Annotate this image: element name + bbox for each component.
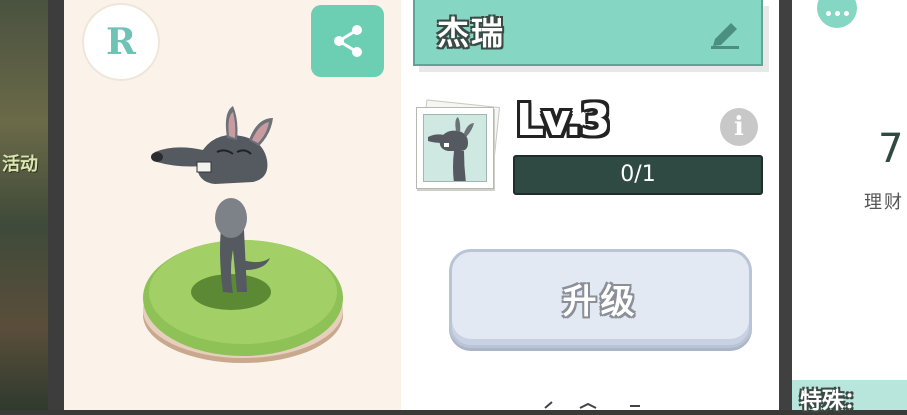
level-label: Lv.3 <box>516 95 610 146</box>
special-label: 特殊： <box>800 389 867 414</box>
character-name: 杰瑞 <box>437 14 506 52</box>
rarity-badge: R <box>82 3 160 81</box>
character-figure <box>143 106 343 363</box>
card-frame-right <box>779 0 792 410</box>
info-icon[interactable]: i <box>720 108 758 146</box>
portrait-character-icon <box>428 117 474 181</box>
rarity-label: R <box>106 21 136 63</box>
share-button[interactable] <box>311 5 384 77</box>
share-icon <box>333 25 362 57</box>
progress-text: 0/1 <box>620 162 656 187</box>
portrait-image <box>423 114 487 182</box>
background-scene-left <box>0 0 48 410</box>
character-portrait[interactable] <box>414 99 504 195</box>
pencil-icon[interactable] <box>707 15 743 51</box>
background-side-text: 活动 <box>2 154 38 175</box>
name-banner: 杰瑞 <box>413 0 763 66</box>
upgrade-button[interactable]: 升级 <box>449 249 752 348</box>
level-progress-bar: 0/1 <box>513 155 763 195</box>
portrait-frame <box>416 107 494 189</box>
adjacent-stat-value: 7 <box>878 126 904 172</box>
upgrade-label: 升级 <box>562 282 639 322</box>
card-frame-left <box>48 0 64 410</box>
adjacent-stat-label: 理财 <box>864 192 904 213</box>
cut-off-text-fragment <box>544 401 640 409</box>
